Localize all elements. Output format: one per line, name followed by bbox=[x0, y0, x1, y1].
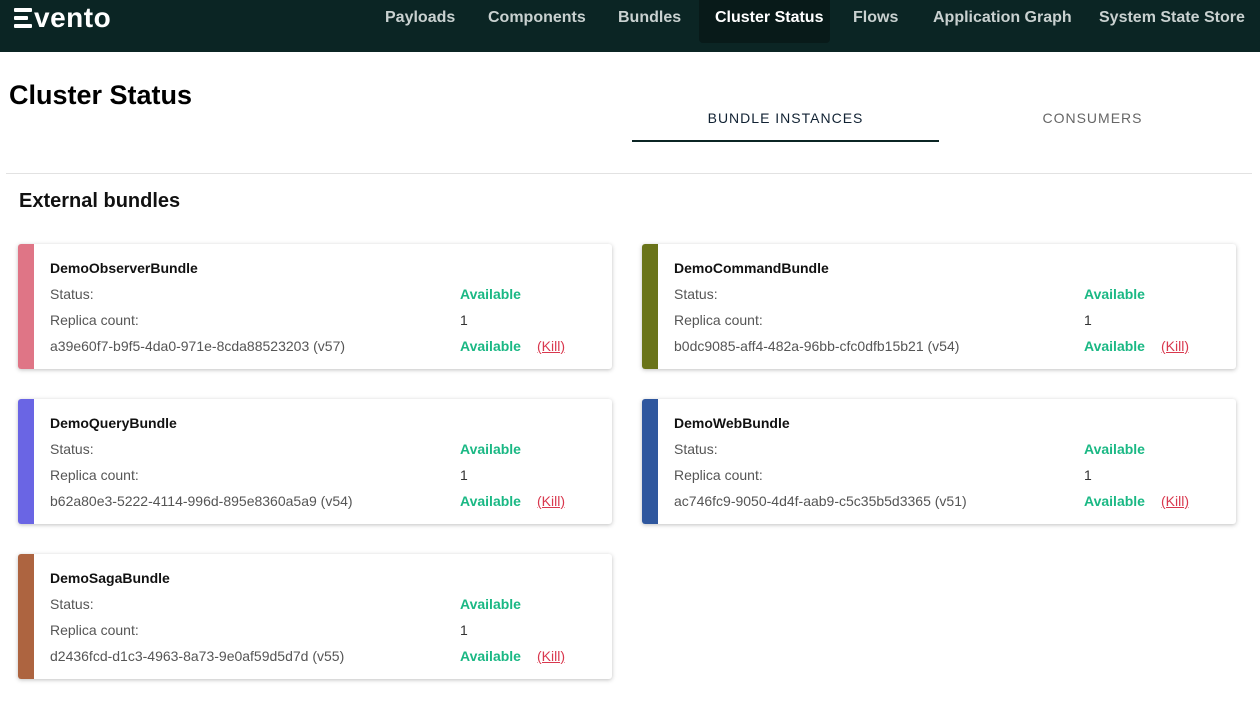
instance-id: d2436fcd-d1c3-4963-8a73-9e0af59d5d7d (v5… bbox=[50, 648, 345, 664]
instance-status: Available bbox=[460, 493, 521, 509]
replica-count-label: Replica count: bbox=[50, 467, 139, 483]
bundle-card: DemoQueryBundle Status: Available Replic… bbox=[18, 399, 612, 524]
bundle-name: DemoObserverBundle bbox=[50, 260, 198, 276]
bundle-color-stripe bbox=[18, 554, 34, 679]
section-title: External bundles bbox=[19, 190, 181, 212]
instance-id: b0dc9085-aff4-482a-96bb-cfc0dfb15b21 (v5… bbox=[674, 338, 960, 354]
replica-count-value: 1 bbox=[460, 312, 468, 328]
instance-status: Available bbox=[460, 648, 521, 664]
nav-cluster-status[interactable]: Cluster Status bbox=[699, 0, 830, 43]
tab-indicator bbox=[632, 140, 939, 142]
replica-count-label: Replica count: bbox=[674, 467, 763, 483]
replica-count-value: 1 bbox=[1084, 312, 1092, 328]
instance-id: ac746fc9-9050-4d4f-aab9-c5c35b5d3365 (v5… bbox=[674, 493, 967, 509]
bundle-name: DemoSagaBundle bbox=[50, 570, 170, 586]
bundle-status: Available bbox=[460, 596, 521, 612]
bundle-status: Available bbox=[1084, 286, 1145, 302]
logo-e-icon bbox=[14, 7, 32, 29]
logo-text: vento bbox=[34, 2, 112, 33]
bundle-status: Available bbox=[460, 286, 521, 302]
instance-id: b62a80e3-5222-4114-996d-895e8360a5a9 (v5… bbox=[50, 493, 353, 509]
bundle-name: DemoCommandBundle bbox=[674, 260, 829, 276]
bundle-card: DemoCommandBundle Status: Available Repl… bbox=[642, 244, 1236, 369]
bundle-color-stripe bbox=[18, 399, 34, 524]
tab-bundle-instances[interactable]: BUNDLE INSTANCES bbox=[632, 96, 939, 142]
status-label: Status: bbox=[674, 286, 718, 302]
replica-count-value: 1 bbox=[460, 467, 468, 483]
kill-link[interactable]: (Kill) bbox=[537, 648, 565, 664]
instance-status: Available bbox=[1084, 493, 1145, 509]
replica-count-value: 1 bbox=[460, 622, 468, 638]
top-navbar: vento Payloads Components Bundles Cluste… bbox=[0, 0, 1260, 52]
nav-application-graph[interactable]: Application Graph bbox=[917, 0, 1088, 43]
replica-count-label: Replica count: bbox=[50, 312, 139, 328]
evento-logo[interactable]: vento bbox=[14, 2, 111, 34]
bundle-name: DemoWebBundle bbox=[674, 415, 790, 431]
bundle-name: DemoQueryBundle bbox=[50, 415, 177, 431]
bundle-card: DemoSagaBundle Status: Available Replica… bbox=[18, 554, 612, 679]
kill-link[interactable]: (Kill) bbox=[1161, 493, 1189, 509]
status-label: Status: bbox=[50, 441, 94, 457]
bundle-color-stripe bbox=[642, 244, 658, 369]
bundle-status: Available bbox=[1084, 441, 1145, 457]
instance-id: a39e60f7-b9f5-4da0-971e-8cda88523203 (v5… bbox=[50, 338, 346, 354]
replica-count-label: Replica count: bbox=[50, 622, 139, 638]
bundle-color-stripe bbox=[18, 244, 34, 369]
bundle-status: Available bbox=[460, 441, 521, 457]
nav-bundles[interactable]: Bundles bbox=[602, 0, 697, 43]
status-label: Status: bbox=[674, 441, 718, 457]
nav-system-state-store[interactable]: System State Store bbox=[1083, 0, 1260, 43]
replica-count-value: 1 bbox=[1084, 467, 1092, 483]
page-title: Cluster Status bbox=[9, 80, 193, 110]
replica-count-label: Replica count: bbox=[674, 312, 763, 328]
nav-components[interactable]: Components bbox=[472, 0, 602, 43]
instance-status: Available bbox=[1084, 338, 1145, 354]
status-label: Status: bbox=[50, 286, 94, 302]
kill-link[interactable]: (Kill) bbox=[1161, 338, 1189, 354]
tab-consumers[interactable]: CONSUMERS bbox=[939, 96, 1246, 142]
bundle-card: DemoWebBundle Status: Available Replica … bbox=[642, 399, 1236, 524]
bundle-color-stripe bbox=[642, 399, 658, 524]
status-label: Status: bbox=[50, 596, 94, 612]
header-divider bbox=[6, 173, 1252, 174]
nav-payloads[interactable]: Payloads bbox=[369, 0, 471, 43]
kill-link[interactable]: (Kill) bbox=[537, 493, 565, 509]
nav-flows[interactable]: Flows bbox=[837, 0, 914, 43]
bundle-card: DemoObserverBundle Status: Available Rep… bbox=[18, 244, 612, 369]
kill-link[interactable]: (Kill) bbox=[537, 338, 565, 354]
instance-status: Available bbox=[460, 338, 521, 354]
